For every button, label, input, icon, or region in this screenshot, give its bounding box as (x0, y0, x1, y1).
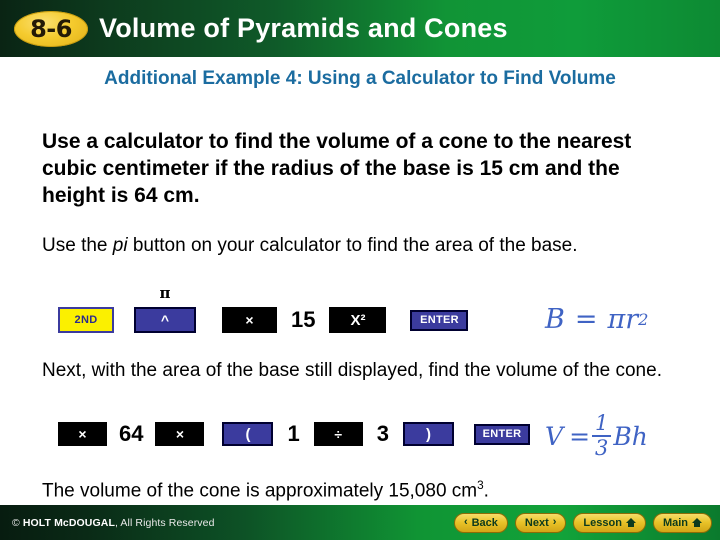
problem-statement: Use a calculator to find the volume of a… (42, 130, 632, 207)
key-enter-row-1[interactable]: ENTER (410, 309, 469, 331)
value-height: 64 (119, 421, 144, 446)
formula-volume-equals: = (569, 421, 591, 451)
key-close-paren[interactable]: ) (402, 422, 454, 446)
fraction-denominator: 3 (595, 436, 609, 461)
formula-volume-lhs: V (545, 421, 564, 451)
key-multiply[interactable]: × (222, 307, 277, 333)
slide-footer: © HOLT McDOUGAL, All Rights Reserved ‹ B… (0, 505, 720, 540)
pi-symbol-label: π (159, 284, 171, 302)
lesson-button-label: Lesson (583, 516, 622, 529)
back-button[interactable]: ‹ Back (453, 512, 508, 533)
conclusion-period: . (483, 480, 489, 502)
key-multiply-2[interactable]: × (155, 422, 205, 446)
key-power[interactable]: ^ (134, 307, 196, 333)
copyright-brand: HOLT McDOUGAL (22, 516, 115, 529)
main-button[interactable]: Main (652, 512, 712, 533)
key-multiply-1[interactable]: × (58, 422, 107, 446)
formula-base-variable: r (625, 304, 639, 335)
slide-header: 8-6 Volume of Pyramids and Cones (0, 0, 720, 57)
conclusion-statement: The volume of the cone is approximately … (42, 473, 682, 503)
key-divide[interactable]: ÷ (313, 422, 363, 446)
back-button-label: Back (471, 516, 498, 529)
value-radius: 15 (291, 307, 316, 332)
formula-volume-rhs: Bh (613, 421, 648, 451)
lesson-number-label: 8-6 (30, 14, 72, 43)
slide-title: Volume of Pyramids and Cones (99, 13, 508, 43)
navigation-buttons: ‹ Back Next › Lesson Main (453, 512, 712, 533)
value-denominator: 3 (376, 421, 389, 446)
next-button[interactable]: Next › (514, 512, 567, 533)
calculator-keys-row-1: 2ND π ^ × 15 X² ENTER (58, 286, 469, 333)
home-icon (625, 518, 636, 527)
main-button-label: Main (662, 516, 688, 529)
step-1-text-after: button on your calculator to find the ar… (127, 235, 578, 256)
key-enter-row-2[interactable]: ENTER (473, 423, 530, 445)
lesson-button[interactable]: Lesson (573, 512, 646, 533)
formula-base-lhs: B (545, 304, 565, 335)
step-1-text-before: Use the (42, 235, 113, 256)
key-open-paren[interactable]: ( (222, 422, 274, 446)
calculator-keys-row-2: × 64 × ( 1 ÷ 3 ) ENTER (58, 421, 530, 447)
example-subtitle: Additional Example 4: Using a Calculator… (104, 68, 616, 89)
step-2-instruction: Next, with the area of the base still di… (42, 360, 662, 381)
next-button-label: Next (524, 516, 549, 529)
chevron-right-icon: › (552, 516, 557, 528)
copyright-rest: , All Rights Reserved (114, 516, 215, 529)
copyright-notice: © HOLT McDOUGAL, All Rights Reserved (12, 517, 215, 529)
fraction-numerator: 1 (595, 411, 609, 435)
formula-base-exponent: 2 (638, 310, 649, 329)
value-numerator: 1 (287, 421, 300, 446)
key-2nd[interactable]: 2ND (58, 307, 114, 333)
formula-base-pi: π (607, 304, 626, 335)
key-square[interactable]: X² (329, 307, 387, 333)
formula-cone-volume: V = 1 3 Bh (545, 411, 648, 461)
step-1-instruction: Use the pi button on your calculator to … (42, 233, 667, 258)
slide-content: Additional Example 4: Using a Calculator… (0, 59, 720, 505)
conclusion-text: The volume of the cone is approximately … (42, 480, 478, 502)
home-icon (692, 518, 702, 527)
formula-base-area: B = π r 2 (545, 304, 648, 335)
power-key-group: π ^ (134, 286, 196, 333)
pi-word-italic: pi (112, 235, 128, 256)
formula-base-equals: = (574, 304, 598, 335)
lesson-number-badge: 8-6 (14, 10, 88, 47)
formula-volume-fraction: 1 3 (592, 411, 612, 461)
chevron-left-icon: ‹ (463, 516, 468, 528)
copyright-symbol: © (12, 516, 23, 529)
